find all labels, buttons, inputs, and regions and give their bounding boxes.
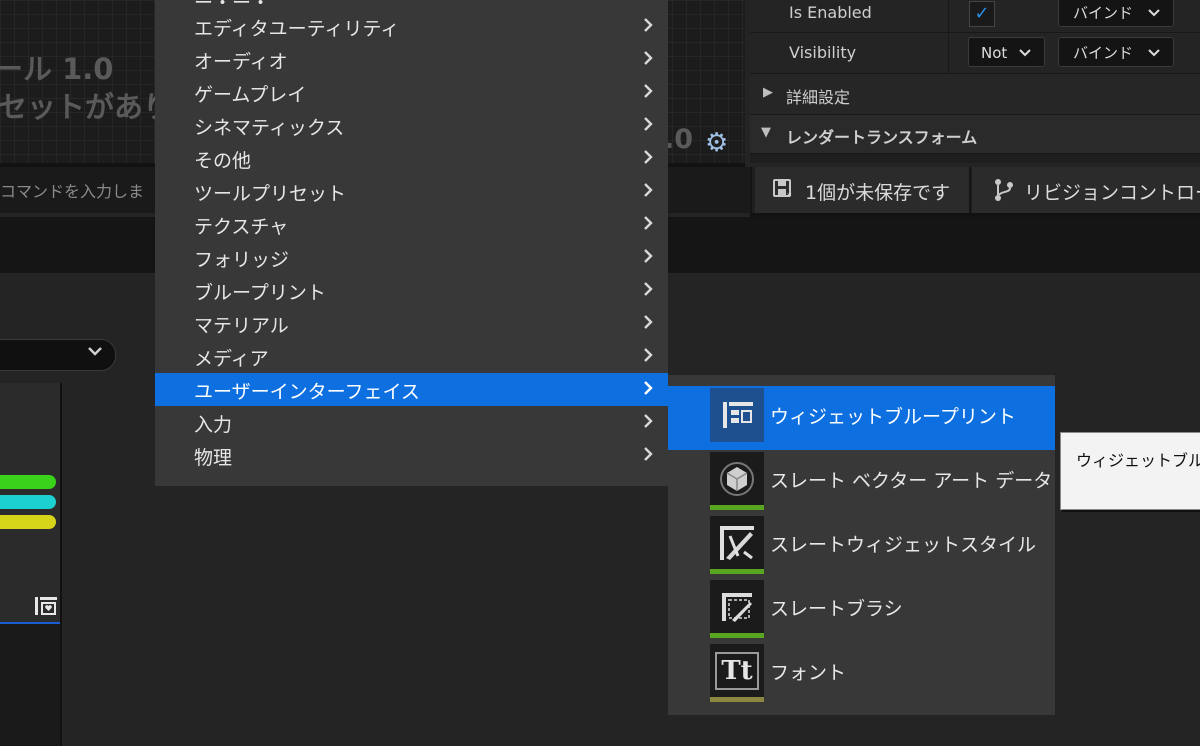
menu-item-label: シネマティックス <box>194 117 345 139</box>
submenu-item-label: スレートブラシ <box>770 598 903 620</box>
menu-item-label: その他 <box>194 150 252 172</box>
menu-item[interactable]: ゲームプレイ <box>155 76 668 109</box>
menu-item[interactable]: フォリッジ <box>155 241 668 274</box>
menu-item-label: ツールプリセット <box>194 183 347 205</box>
svg-text:*: * <box>787 192 792 200</box>
font-icon-glyph: Tt <box>715 652 759 690</box>
divider <box>0 622 60 624</box>
status-pill <box>0 515 56 529</box>
menu-item[interactable]: メディア <box>155 340 668 373</box>
menu-item-label: エディタユーティリティ <box>194 18 400 40</box>
submenu-item-slate-brush[interactable]: スレートブラシ <box>668 578 1055 642</box>
menu-item-label: 物理 <box>194 447 233 469</box>
viewport-subtitle: セットがあり <box>0 90 173 124</box>
submenu-item-label: スレート ベクター アート データ <box>770 470 1053 492</box>
asset-type-bar <box>710 633 764 638</box>
menu-item-label: ブループリント <box>194 282 326 304</box>
widget-style-brush-icon <box>710 516 764 574</box>
visibility-bind-dropdown[interactable]: バインド <box>1058 37 1174 67</box>
chevron-down-icon <box>1148 49 1160 57</box>
viewport-zoom: .0 <box>664 124 694 155</box>
bind-label: バインド <box>1073 44 1134 62</box>
submenu-item-label: フォント <box>770 662 847 684</box>
chevron-right-icon <box>642 116 654 136</box>
collapse-arrow-icon[interactable]: ▼ <box>761 125 771 140</box>
submenu-item-widget-style[interactable]: スレートウィジェットスタイル <box>668 514 1055 578</box>
asset-type-bar <box>710 697 764 702</box>
chevron-right-icon <box>642 380 654 400</box>
menu-item[interactable]: ユーザーインターフェイス <box>155 373 668 406</box>
menu-item[interactable]: その他 <box>155 142 668 175</box>
gear-icon[interactable]: ⚙ <box>705 130 728 156</box>
favorite-widget-icon[interactable] <box>33 595 59 622</box>
is-enabled-checkbox[interactable]: ✓ <box>969 1 995 27</box>
submenu-item-widget-blueprint[interactable]: ウィジェットブループリント <box>668 386 1055 450</box>
bind-label: バインド <box>1073 4 1134 22</box>
chevron-right-icon <box>642 83 654 103</box>
save-icon: * <box>772 178 794 205</box>
tooltip-text: ウィジェットブル <box>1076 451 1200 470</box>
menu-item-label: フォリッジ <box>194 249 290 271</box>
slate-brush-icon <box>710 580 764 638</box>
menu-item[interactable]: 物理 <box>155 439 668 472</box>
menu-item-label: ゲームプレイ <box>194 84 307 106</box>
menu-item-label: メディア <box>194 348 269 370</box>
chevron-right-icon <box>642 50 654 70</box>
menu-item-label: 入力 <box>194 414 233 436</box>
submenu-item-font[interactable]: Tt フォント <box>668 642 1055 706</box>
vector-art-cube-icon <box>710 452 764 510</box>
tooltip <box>1060 432 1200 510</box>
visibility-label: Visibility <box>789 43 857 62</box>
chevron-right-icon <box>642 446 654 466</box>
status-pill <box>0 495 56 509</box>
asset-type-bar <box>710 505 764 510</box>
visibility-value: Not <box>981 44 1008 62</box>
chevron-right-icon <box>642 347 654 367</box>
menu-item-label: テクスチャ <box>194 216 289 238</box>
chevron-right-icon <box>642 248 654 268</box>
menu-item[interactable]: テクスチャ <box>155 208 668 241</box>
widget-blueprint-icon <box>710 388 764 442</box>
divider <box>948 0 949 73</box>
visibility-dropdown[interactable]: Not <box>968 37 1045 67</box>
menu-item[interactable]: シネマティックス <box>155 109 668 142</box>
font-icon: Tt <box>710 644 764 702</box>
menu-item-label: ユーザーインターフェイス <box>194 381 420 403</box>
chevron-right-icon <box>642 281 654 301</box>
menu-item[interactable]: ツールプリセット <box>155 175 668 208</box>
chevron-right-icon <box>642 314 654 334</box>
submenu-item-vector-art-data[interactable]: スレート ベクター アート データ <box>668 450 1055 514</box>
chevron-right-icon <box>642 182 654 202</box>
command-input[interactable]: コマンドを入力しま <box>0 178 144 202</box>
chevron-right-icon <box>642 215 654 235</box>
submenu-item-label: ウィジェットブループリント <box>770 406 1016 428</box>
status-pill <box>0 475 56 489</box>
is-enabled-label: Is Enabled <box>789 3 872 22</box>
submenu-item-label: スレートウィジェットスタイル <box>770 534 1037 556</box>
menu-item[interactable]: オーディオ <box>155 43 668 76</box>
revision-control-label: リビジョンコントロー <box>1024 182 1200 204</box>
menu-item-label: オーディオ <box>194 51 288 73</box>
chevron-down-icon <box>1019 49 1031 57</box>
advanced-label: 詳細設定 <box>786 88 851 107</box>
asset-type-bar <box>710 569 764 574</box>
menu-item[interactable]: ブループリント <box>155 274 668 307</box>
expand-arrow-icon[interactable]: ▶ <box>763 85 773 100</box>
menu-item-label: マテリアル <box>194 315 289 337</box>
chevron-right-icon <box>642 149 654 169</box>
menu-item[interactable]: エディタユーティリティ <box>155 10 668 43</box>
is-enabled-bind-dropdown[interactable]: バインド <box>1058 0 1174 27</box>
chevron-down-icon <box>86 343 104 362</box>
chevron-down-icon <box>1148 9 1160 17</box>
unsaved-label: 1個が未保存です <box>805 182 951 204</box>
viewport-title: ール 1.0 <box>0 52 114 86</box>
chevron-right-icon <box>642 413 654 433</box>
chevron-right-icon <box>642 17 654 37</box>
menu-item[interactable]: マテリアル <box>155 307 668 340</box>
menu-item[interactable]: 入力 <box>155 406 668 439</box>
render-transform-label: レンダートランスフォーム <box>786 128 978 147</box>
branch-icon <box>993 178 1015 207</box>
